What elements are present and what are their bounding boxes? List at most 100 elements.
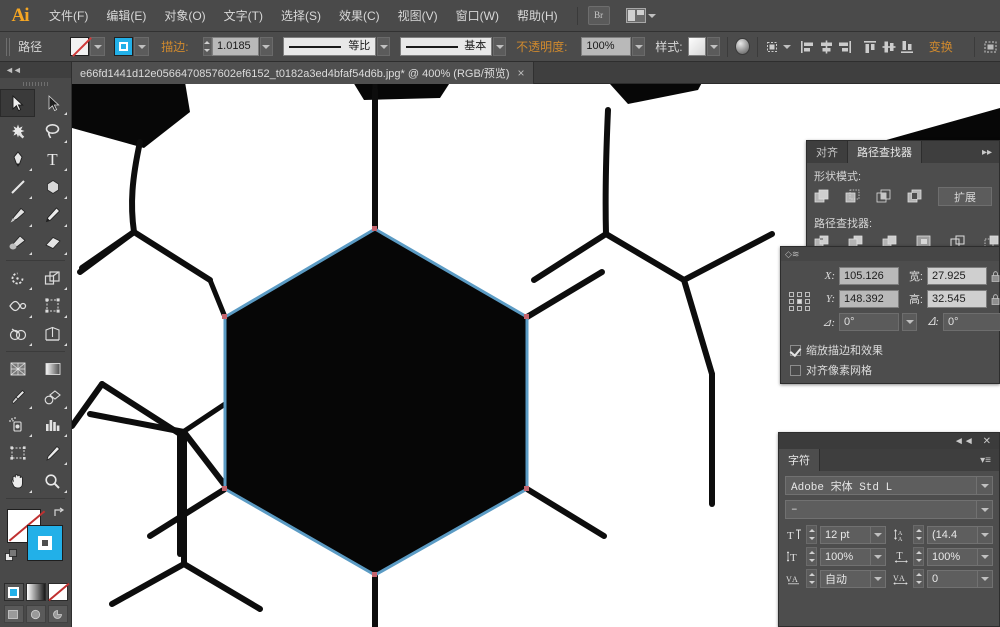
shear-input[interactable]: 0° bbox=[943, 313, 1000, 331]
leading-stepper[interactable] bbox=[913, 525, 924, 544]
tool-perspective-grid[interactable] bbox=[35, 320, 70, 348]
font-size-stepper[interactable] bbox=[806, 525, 817, 544]
vertical-scale-stepper[interactable] bbox=[806, 547, 817, 566]
scale-strokes-row[interactable]: 缩放描边和效果 bbox=[781, 340, 999, 360]
tool-slice[interactable] bbox=[35, 439, 70, 467]
menu-window[interactable]: 窗口(W) bbox=[447, 0, 508, 32]
tool-hand[interactable] bbox=[0, 467, 35, 495]
fill-color-swatch[interactable] bbox=[114, 37, 133, 56]
stroke-weight-label[interactable]: 描边: bbox=[161, 38, 188, 55]
tool-pen[interactable] bbox=[0, 145, 35, 173]
align-center-horizontal-icon[interactable] bbox=[817, 37, 835, 57]
tool-type[interactable]: T bbox=[35, 145, 70, 173]
tool-rotate[interactable] bbox=[0, 264, 35, 292]
fullscreen-mode-button[interactable] bbox=[48, 605, 68, 623]
stroke-weight-input[interactable]: 1.0185 bbox=[212, 37, 259, 56]
menu-select[interactable]: 选择(S) bbox=[272, 0, 330, 32]
character-panel-menu-button[interactable]: ▾≡ bbox=[972, 449, 999, 471]
horizontal-scale-dropdown[interactable] bbox=[977, 549, 992, 565]
align-to-selection-icon[interactable] bbox=[764, 37, 782, 57]
tool-line-segment[interactable] bbox=[0, 173, 35, 201]
lock-proportions-icon[interactable] bbox=[991, 271, 1000, 282]
expand-button[interactable]: 扩展 bbox=[938, 187, 992, 206]
rotate-dropdown[interactable] bbox=[902, 313, 917, 331]
font-family-select[interactable]: Adobe 宋体 Std L bbox=[785, 476, 993, 495]
stroke-color-swatch[interactable] bbox=[70, 37, 89, 56]
tool-artboard[interactable] bbox=[0, 439, 35, 467]
transform-panel-header[interactable]: ◇≋ bbox=[781, 247, 999, 261]
stroke-color-dropdown[interactable] bbox=[90, 37, 105, 56]
intersect-button[interactable] bbox=[876, 189, 892, 205]
tool-zoom[interactable] bbox=[35, 467, 70, 495]
tracking-dropdown[interactable] bbox=[977, 571, 992, 587]
horizontal-scale-stepper[interactable] bbox=[913, 547, 924, 566]
tool-eyedropper[interactable] bbox=[0, 383, 35, 411]
tracking-stepper[interactable] bbox=[913, 569, 924, 588]
vertical-scale-dropdown[interactable] bbox=[870, 549, 885, 565]
font-style-dropdown[interactable] bbox=[976, 501, 992, 518]
tools-panel-collapse-button[interactable]: ◄◄ bbox=[0, 62, 71, 78]
vertical-scale-field[interactable]: 100% bbox=[820, 548, 886, 566]
tool-eraser[interactable] bbox=[35, 229, 70, 257]
tool-width[interactable] bbox=[0, 292, 35, 320]
tool-selection[interactable] bbox=[0, 89, 35, 117]
tool-column-graph[interactable] bbox=[35, 411, 70, 439]
none-mode-button[interactable] bbox=[48, 583, 68, 601]
tab-character[interactable]: 字符 bbox=[779, 449, 820, 471]
fill-color-dropdown[interactable] bbox=[134, 37, 149, 56]
tool-pencil[interactable] bbox=[35, 201, 70, 229]
tool-lasso[interactable] bbox=[35, 117, 70, 145]
tool-blend[interactable] bbox=[35, 383, 70, 411]
font-style-select[interactable]: – bbox=[785, 500, 993, 519]
x-input[interactable]: 105.126 bbox=[839, 267, 899, 285]
stroke-profile-select[interactable]: 等比 bbox=[283, 37, 377, 56]
menu-type[interactable]: 文字(T) bbox=[215, 0, 272, 32]
tool-blob-brush[interactable] bbox=[0, 229, 35, 257]
color-mode-button[interactable] bbox=[4, 583, 24, 601]
tool-mesh[interactable] bbox=[0, 355, 35, 383]
align-pixel-grid-row[interactable]: 对齐像素网格 bbox=[781, 360, 999, 380]
tab-pathfinder[interactable]: 路径查找器 bbox=[848, 141, 922, 163]
stroke-swatch[interactable] bbox=[27, 525, 63, 561]
brush-definition-select[interactable]: 基本 bbox=[400, 37, 492, 56]
menu-view[interactable]: 视图(V) bbox=[389, 0, 447, 32]
tool-free-transform[interactable] bbox=[35, 292, 70, 320]
chevron-down-icon[interactable] bbox=[783, 45, 791, 49]
minus-front-button[interactable] bbox=[845, 189, 861, 205]
bridge-icon[interactable]: Br bbox=[588, 6, 610, 25]
normal-screen-mode-button[interactable] bbox=[4, 605, 24, 623]
menu-effect[interactable]: 效果(C) bbox=[330, 0, 389, 32]
control-bar-grip[interactable] bbox=[6, 38, 10, 56]
font-size-field[interactable]: 12 pt bbox=[820, 526, 886, 544]
stroke-weight-dropdown[interactable] bbox=[260, 37, 273, 56]
lock-proportions-icon[interactable] bbox=[991, 294, 1000, 305]
arrange-documents-button[interactable] bbox=[626, 8, 656, 23]
fullscreen-menubar-mode-button[interactable] bbox=[26, 605, 46, 623]
pathfinder-panel-collapse-button[interactable]: ▸▸ bbox=[975, 141, 999, 163]
align-pixel-grid-checkbox[interactable] bbox=[790, 365, 801, 376]
opacity-input[interactable]: 100% bbox=[581, 37, 631, 56]
graphic-style-swatch[interactable] bbox=[688, 37, 707, 56]
default-fill-stroke-icon[interactable] bbox=[5, 549, 19, 563]
leading-field[interactable]: (14.4 bbox=[927, 526, 993, 544]
align-bottom-icon[interactable] bbox=[898, 37, 916, 57]
font-size-dropdown[interactable] bbox=[870, 527, 885, 543]
tool-magic-wand[interactable] bbox=[0, 117, 35, 145]
tab-align[interactable]: 对齐 bbox=[807, 141, 848, 163]
tracking-field[interactable]: 0 bbox=[927, 570, 993, 588]
tool-shape-builder[interactable] bbox=[0, 320, 35, 348]
kerning-dropdown[interactable] bbox=[870, 571, 885, 587]
kerning-field[interactable]: 自动 bbox=[820, 570, 886, 588]
tool-shape[interactable] bbox=[35, 173, 70, 201]
opacity-dropdown[interactable] bbox=[632, 37, 645, 56]
swap-fill-stroke-icon[interactable] bbox=[53, 507, 65, 519]
isolate-selected-object-icon[interactable] bbox=[982, 37, 1000, 57]
unite-button[interactable] bbox=[814, 189, 830, 205]
close-icon[interactable]: × bbox=[518, 67, 525, 79]
brush-definition-dropdown[interactable] bbox=[493, 37, 506, 56]
kerning-stepper[interactable] bbox=[806, 569, 817, 588]
horizontal-scale-field[interactable]: 100% bbox=[927, 548, 993, 566]
stroke-profile-dropdown[interactable] bbox=[377, 37, 390, 56]
recolor-artwork-icon[interactable] bbox=[735, 38, 750, 55]
align-top-icon[interactable] bbox=[862, 37, 880, 57]
